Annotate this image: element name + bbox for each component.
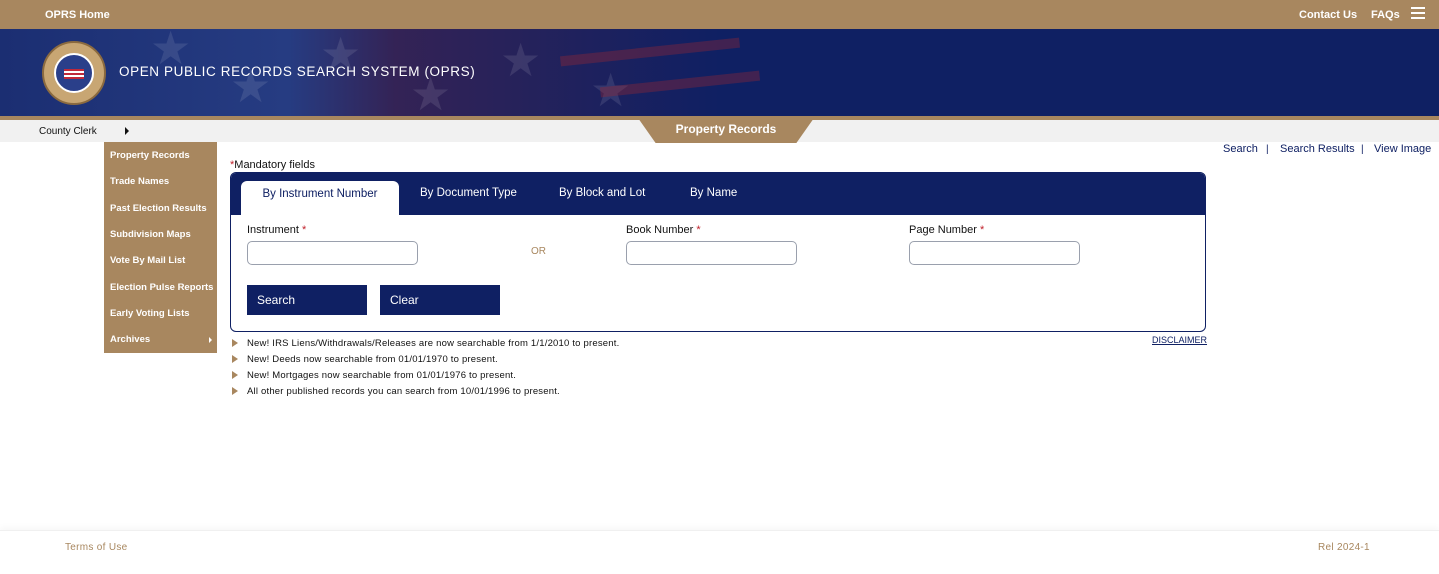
submenu-arrow-icon	[209, 337, 212, 343]
page-number-input[interactable]	[909, 241, 1080, 265]
property-records-section-tab: Property Records	[638, 118, 814, 143]
or-divider-text: OR	[531, 246, 546, 257]
tab-by-name[interactable]: By Name	[690, 187, 737, 199]
page-footer: Terms of Use Rel 2024-1	[0, 530, 1439, 574]
menu-item-vote-by-mail-list[interactable]: Vote By Mail List	[110, 255, 185, 266]
terms-of-use-link[interactable]: Terms of Use	[65, 542, 128, 553]
bullet-triangle-icon	[232, 355, 238, 363]
menu-item-early-voting-lists[interactable]: Early Voting Lists	[110, 308, 190, 319]
county-clerk-menu[interactable]: County Clerk	[39, 126, 97, 137]
list-item: New! Mortgages now searchable from 01/01…	[232, 370, 619, 386]
contact-us-link[interactable]: Contact Us	[1299, 9, 1357, 21]
menu-item-trade-names[interactable]: Trade Names	[110, 176, 169, 187]
star-decoration-icon: ★	[500, 34, 542, 86]
menu-item-property-records[interactable]: Property Records	[110, 150, 190, 161]
county-clerk-seal-logo[interactable]	[42, 41, 106, 105]
search-button[interactable]: Search	[247, 285, 367, 315]
hamburger-menu-icon[interactable]	[1411, 7, 1425, 19]
disclaimer-link[interactable]: DISCLAIMER	[1152, 335, 1207, 345]
book-number-label: Book Number *	[626, 224, 701, 236]
search-form-panel: By Instrument Number By Document Type By…	[230, 172, 1206, 332]
bullet-triangle-icon	[232, 371, 238, 379]
instrument-input[interactable]	[247, 241, 418, 265]
clear-button[interactable]: Clear	[380, 285, 500, 315]
tab-by-instrument-number[interactable]: By Instrument Number	[241, 181, 399, 215]
instrument-label: Instrument *	[247, 224, 307, 236]
tab-by-block-and-lot[interactable]: By Block and Lot	[559, 187, 645, 199]
list-item: New! IRS Liens/Withdrawals/Releases are …	[232, 338, 619, 354]
bullet-triangle-icon	[232, 387, 238, 395]
oprs-home-link[interactable]: OPRS Home	[45, 9, 110, 21]
menu-item-election-pulse-reports[interactable]: Election Pulse Reports	[110, 282, 213, 293]
release-version: Rel 2024-1	[1318, 542, 1370, 553]
menu-item-archives[interactable]: Archives	[110, 334, 150, 345]
menu-item-past-election-results[interactable]: Past Election Results	[110, 203, 207, 214]
link-separator: |	[1266, 144, 1269, 155]
top-bar: OPRS Home Contact Us FAQs	[0, 0, 1439, 29]
notice-list: New! IRS Liens/Withdrawals/Releases are …	[232, 338, 619, 402]
search-tabs: By Instrument Number By Document Type By…	[231, 173, 1205, 215]
page-number-label: Page Number *	[909, 224, 985, 236]
list-item: All other published records you can sear…	[232, 386, 619, 402]
header-banner: ★ ★ ★ ★ ★ ★ OPEN PUBLIC RECORDS SEARCH S…	[0, 29, 1439, 117]
faqs-link[interactable]: FAQs	[1371, 9, 1400, 21]
search-link[interactable]: Search	[1223, 143, 1258, 155]
menu-item-subdivision-maps[interactable]: Subdivision Maps	[110, 229, 191, 240]
list-item: New! Deeds now searchable from 01/01/197…	[232, 354, 619, 370]
view-image-link[interactable]: View Image	[1374, 143, 1431, 155]
book-number-input[interactable]	[626, 241, 797, 265]
tab-by-document-type[interactable]: By Document Type	[420, 187, 517, 199]
county-clerk-dropdown-menu: Property Records Trade Names Past Electi…	[104, 142, 217, 353]
mandatory-fields-note: *Mandatory fields	[230, 159, 315, 171]
link-separator: |	[1361, 144, 1364, 155]
bullet-triangle-icon	[232, 339, 238, 347]
site-title: OPEN PUBLIC RECORDS SEARCH SYSTEM (OPRS)	[119, 64, 476, 79]
caret-right-icon[interactable]	[125, 127, 129, 135]
search-results-link[interactable]: Search Results	[1280, 143, 1355, 155]
